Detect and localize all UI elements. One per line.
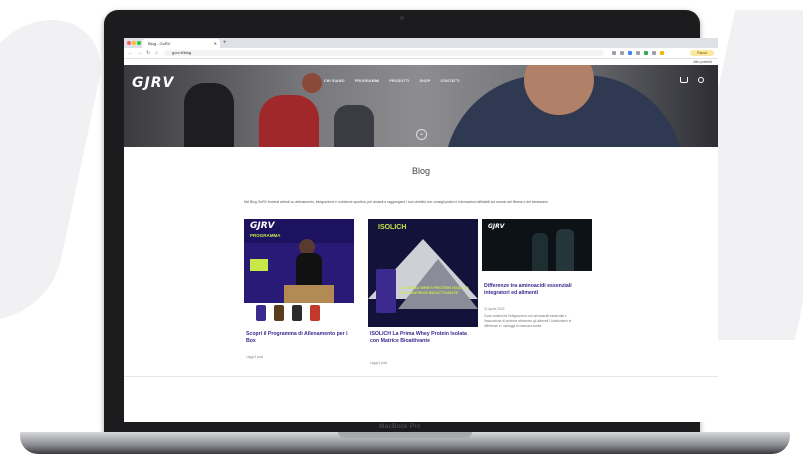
hero-figure [259, 95, 319, 147]
address-bar[interactable]: gorv.it/blog [164, 50, 604, 56]
hero-banner: GJRV Chi siamo Programmi Prodotti Shop C… [124, 65, 718, 147]
extension-icon[interactable] [644, 51, 648, 55]
extension-icon[interactable] [612, 51, 616, 55]
thumbnail-tag: PROGRAMMA [250, 233, 281, 238]
thumbnail-badge [250, 259, 268, 271]
post-thumbnail[interactable]: GJRV PROGRAMMA [244, 219, 354, 327]
reload-icon[interactable]: ↻ [146, 48, 150, 58]
post-title[interactable]: Differenze tra aminoacidi essenziali int… [484, 283, 580, 296]
product-image [376, 269, 396, 313]
back-icon[interactable]: ← [128, 48, 133, 58]
menu-item[interactable]: Prodotti [389, 79, 409, 83]
post-title[interactable]: ISOLICH La Prima Whey Protein Isolata co… [370, 331, 472, 344]
tab-title: Blog - GoRV [148, 41, 171, 46]
puzzle-icon[interactable] [652, 51, 656, 55]
product-image [310, 305, 320, 321]
product-image [292, 305, 302, 321]
product-image [256, 305, 266, 321]
site-logo[interactable]: GJRV [132, 75, 174, 91]
profile-button[interactable]: Pausa [690, 50, 714, 56]
laptop-base [20, 432, 790, 454]
hero-figure [302, 73, 322, 93]
search-icon[interactable] [698, 77, 704, 83]
home-icon[interactable]: ⌂ [155, 48, 158, 58]
product-image [274, 305, 284, 321]
thumbnail-tag: ISOLICH [378, 224, 407, 231]
browser-toolbar: ← → ↻ ⌂ gorv.it/blog Pausa [124, 48, 718, 59]
minimize-window-icon[interactable] [132, 41, 136, 45]
thumbnail-logo: GJRV [488, 223, 505, 230]
device-label: MacBook Pro [379, 424, 421, 430]
menu-item[interactable]: Shop [420, 79, 431, 83]
menu-item[interactable]: Contatti [441, 79, 460, 83]
browser-tab-bar: Blog - GoRV ✕ + [124, 38, 718, 48]
hero-figure [334, 105, 374, 147]
post-date: 21 Aprile 2023 [484, 307, 505, 311]
url-text: gorv.it/blog [172, 50, 192, 55]
athlete-figure [556, 229, 574, 273]
extension-icon[interactable] [636, 51, 640, 55]
maximize-window-icon[interactable] [137, 41, 141, 45]
hero-figure [184, 83, 234, 147]
laptop-lid: Blog - GoRV ✕ + ← → ↻ ⌂ gorv.it/blog Pau… [104, 10, 718, 434]
thumbnail-bottom [482, 271, 592, 277]
main-menu: Chi siamo Programmi Prodotti Shop Contat… [324, 79, 460, 83]
blog-intro: Nel Blog GoRV troverai articoli su allen… [244, 200, 549, 204]
close-window-icon[interactable] [127, 41, 131, 45]
extension-icon[interactable] [660, 51, 664, 55]
cart-icon[interactable] [680, 77, 688, 83]
post-thumbnail[interactable]: GJRV [482, 219, 592, 277]
post-excerpt: Cosa cambia fra l'integrazione con amino… [484, 314, 572, 328]
extension-icon[interactable] [620, 51, 624, 55]
thumbnail-subtitle: LA PRIMA WHEY PROTEIN ISOLATA CON MATRIC… [400, 285, 469, 295]
post-meta[interactable]: Leggi il post [246, 355, 263, 359]
thumbnail-logo: GJRV [250, 221, 275, 231]
browser-tab[interactable]: Blog - GoRV ✕ [142, 39, 220, 48]
menu-item[interactable]: Chi siamo [324, 79, 345, 83]
plyo-box [284, 285, 334, 303]
camera-icon [400, 16, 404, 20]
background-shape-left [0, 20, 112, 320]
new-tab-icon[interactable]: + [223, 38, 227, 48]
extension-icon[interactable] [628, 51, 632, 55]
close-icon[interactable]: ✕ [214, 39, 217, 48]
athlete-figure [296, 253, 322, 285]
chevron-down-icon[interactable]: ⌄ [416, 129, 427, 140]
post-thumbnail[interactable]: ISOLICH LA PRIMA WHEY PROTEIN ISOLATA CO… [368, 219, 478, 327]
page-title: Blog [411, 166, 430, 176]
laptop-screen: Blog - GoRV ✕ + ← → ↻ ⌂ gorv.it/blog Pau… [124, 38, 718, 422]
post-meta[interactable]: Leggi il post [370, 361, 387, 365]
post-title[interactable]: Scopri il Programma di Allenamento per i… [246, 331, 348, 344]
laptop-notch [338, 432, 472, 438]
mountain-shape [398, 259, 478, 309]
athlete-figure [532, 233, 548, 273]
forward-icon[interactable]: → [137, 48, 142, 58]
menu-item[interactable]: Programmi [355, 79, 380, 83]
section-divider [124, 376, 718, 377]
